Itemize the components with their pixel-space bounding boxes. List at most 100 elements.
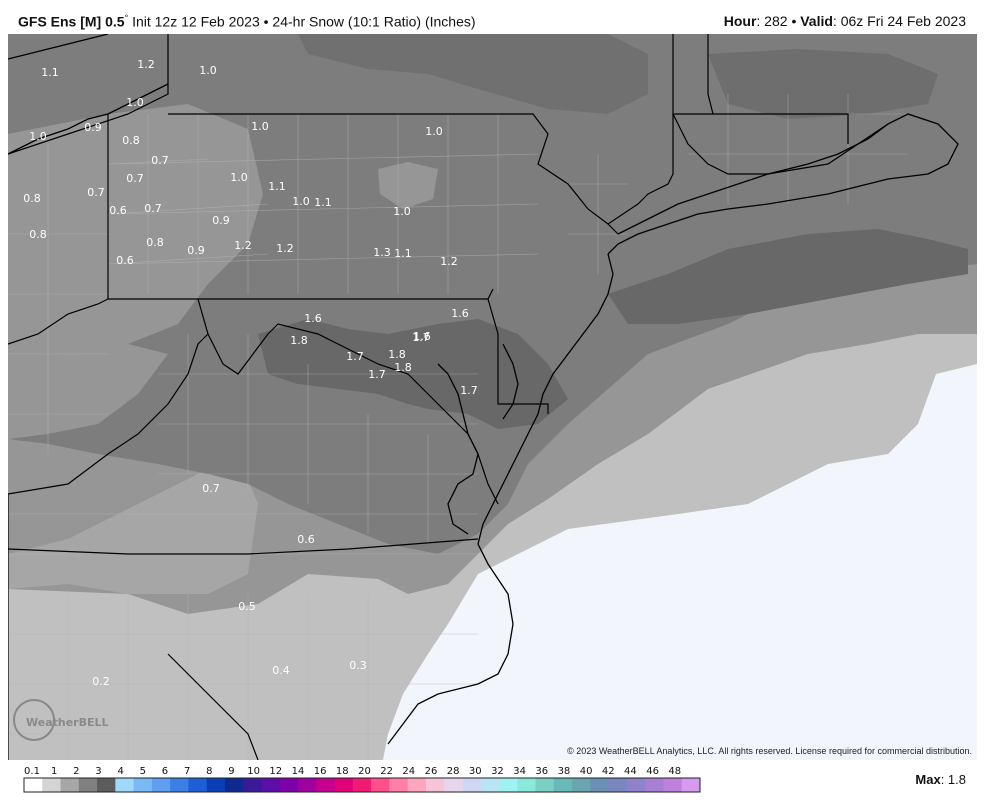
point-value-label: 1.1 bbox=[41, 66, 59, 79]
colorbar-swatch bbox=[517, 778, 537, 792]
point-value-label: 1.2 bbox=[137, 58, 155, 71]
point-value-label: 0.6 bbox=[297, 533, 315, 546]
valid-label: Valid bbox=[800, 13, 833, 29]
colorbar-tick-label: 44 bbox=[624, 766, 637, 777]
point-value-label: 1.8 bbox=[394, 361, 412, 374]
colorbar-swatch bbox=[170, 778, 189, 792]
valid-separator: • bbox=[791, 13, 797, 29]
colorbar-swatch bbox=[334, 778, 354, 792]
point-value-label: 1.6 bbox=[304, 312, 322, 325]
colorbar-swatch bbox=[444, 778, 463, 792]
colorbar-swatch bbox=[115, 778, 135, 792]
colorbar-tick-label: 46 bbox=[646, 766, 659, 777]
point-value-label: 0.9 bbox=[212, 214, 230, 227]
colorbar-legend: 0.1 1 2 3 4 5 6 7 8 9 10 12 14 16 18 20 22 24 26 28 30 32 34 36… bbox=[23, 766, 701, 793]
max-value: Max: 1.8 bbox=[915, 772, 966, 787]
point-value-label: 1.2 bbox=[276, 242, 294, 255]
point-value-label: 0.7 bbox=[87, 186, 105, 199]
colorbar-tick-label: 30 bbox=[469, 766, 482, 777]
point-value-label: 0.2 bbox=[92, 675, 110, 688]
colorbar-swatch bbox=[60, 778, 80, 792]
colorbar-tick-label: 42 bbox=[602, 766, 615, 777]
colorbar-swatch bbox=[590, 778, 610, 792]
colorbar-tick-label: 48 bbox=[668, 766, 681, 777]
point-value-label: 0.8 bbox=[23, 192, 41, 205]
point-value-label: 0.7 bbox=[144, 202, 162, 215]
colorbar-tick-label: 5 bbox=[140, 766, 146, 777]
colorbar-ticks: 0.1 1 2 3 4 5 6 7 8 9 10 12 14 16 18 20 22 24 26 28 30 32 34 36… bbox=[24, 766, 681, 777]
init-time: Init 12z 12 Feb 2023 bbox=[132, 13, 260, 30]
point-value-label: 0.9 bbox=[84, 121, 102, 134]
colorbar-swatch bbox=[425, 778, 445, 792]
colorbar-swatch bbox=[553, 778, 573, 792]
point-value-label: 0.6 bbox=[116, 254, 134, 267]
point-value-label: 1.6 bbox=[413, 330, 431, 343]
point-value-label: 0.6 bbox=[109, 204, 127, 217]
point-value-label: 1.1 bbox=[394, 247, 412, 260]
point-value-label: 0.7 bbox=[151, 154, 169, 167]
colorbar-tick-label: 2 bbox=[73, 766, 79, 777]
point-value-label: 1.6 bbox=[451, 307, 469, 320]
colorbar-swatch bbox=[389, 778, 409, 792]
point-value-label: 1.0 bbox=[393, 205, 411, 218]
colorbar-tick-label: 34 bbox=[513, 766, 526, 777]
snowfall-map: WeatherBELL 1.1 1.2 1.0 1.0 1.0 0.9 0.8 0.7 0.7 0… bbox=[8, 34, 977, 760]
map-title: GFS Ens [M] 0.5° Init 12z 12 Feb 2023 • … bbox=[18, 13, 476, 30]
colorbar-tick-label: 20 bbox=[358, 766, 371, 777]
colorbar-swatch bbox=[663, 778, 683, 792]
point-value-label: 1.2 bbox=[234, 239, 252, 252]
point-value-label: 1.7 bbox=[460, 384, 478, 397]
colorbar-tick-label: 10 bbox=[247, 766, 260, 777]
colorbar-swatch bbox=[352, 778, 372, 792]
model-name: GFS Ens [M] 0.5 bbox=[18, 13, 125, 30]
point-value-label: 1.0 bbox=[425, 125, 443, 138]
colorbar-swatch bbox=[224, 778, 244, 792]
point-value-label: 1.7 bbox=[368, 368, 386, 381]
point-value-label: 1.1 bbox=[314, 196, 332, 209]
point-value-label: 0.3 bbox=[349, 659, 367, 672]
point-value-label: 1.0 bbox=[251, 120, 269, 133]
colorbar-swatch bbox=[572, 778, 591, 792]
point-value-label: 1.2 bbox=[440, 255, 458, 268]
map-header: GFS Ens [M] 0.5° Init 12z 12 Feb 2023 • … bbox=[0, 0, 984, 34]
colorbar-tick-label: 24 bbox=[402, 766, 415, 777]
colorbar-swatch bbox=[243, 778, 263, 792]
colorbar-swatch bbox=[261, 778, 281, 792]
colorbar-swatch bbox=[298, 778, 317, 792]
point-value-label: 0.7 bbox=[126, 172, 144, 185]
colorbar-tick-label: 38 bbox=[558, 766, 571, 777]
colorbar-tick-label: 3 bbox=[95, 766, 101, 777]
valid-time: Hour: 282 • Valid: 06z Fri 24 Feb 2023 bbox=[724, 13, 966, 29]
logo-text: WeatherBELL bbox=[26, 716, 109, 729]
colorbar-tick-label: 1 bbox=[51, 766, 57, 777]
colorbar-swatch bbox=[480, 778, 500, 792]
copyright-credit: © 2023 WeatherBELL Analytics, LLC. All r… bbox=[567, 746, 972, 756]
colorbar-tick-label: 26 bbox=[425, 766, 438, 777]
point-value-label: 1.8 bbox=[388, 348, 406, 361]
point-value-label: 0.9 bbox=[187, 244, 205, 257]
point-value-label: 0.5 bbox=[238, 600, 256, 613]
point-value-label: 0.8 bbox=[122, 134, 140, 147]
point-value-label: 1.0 bbox=[230, 171, 248, 184]
colorbar-tick-label: 32 bbox=[491, 766, 504, 777]
colorbar-tick-label: 6 bbox=[162, 766, 168, 777]
point-value-label: 0.8 bbox=[146, 236, 164, 249]
colorbar-swatch bbox=[151, 778, 171, 792]
colorbar-swatch bbox=[279, 778, 299, 792]
product-name: 24-hr Snow (10:1 Ratio) (Inches) bbox=[272, 13, 476, 30]
point-value-label: 1.0 bbox=[199, 64, 217, 77]
point-value-label: 0.8 bbox=[29, 228, 47, 241]
hour-label: Hour bbox=[723, 13, 757, 29]
point-value-label: 1.8 bbox=[290, 334, 308, 347]
colorbar-swatch bbox=[681, 778, 701, 792]
colorbar-swatch bbox=[626, 778, 646, 792]
point-value-label: 1.3 bbox=[373, 246, 391, 259]
point-value-label: 1.7 bbox=[346, 350, 364, 363]
colorbar-tick-label: 36 bbox=[535, 766, 548, 777]
colorbar-swatch bbox=[462, 778, 482, 792]
colorbar-tick-label: 40 bbox=[580, 766, 593, 777]
colorbar-tick-label: 7 bbox=[184, 766, 190, 777]
colorbar-swatch bbox=[316, 778, 336, 792]
colorbar-swatch bbox=[608, 778, 628, 792]
max-number: : 1.8 bbox=[940, 772, 966, 787]
